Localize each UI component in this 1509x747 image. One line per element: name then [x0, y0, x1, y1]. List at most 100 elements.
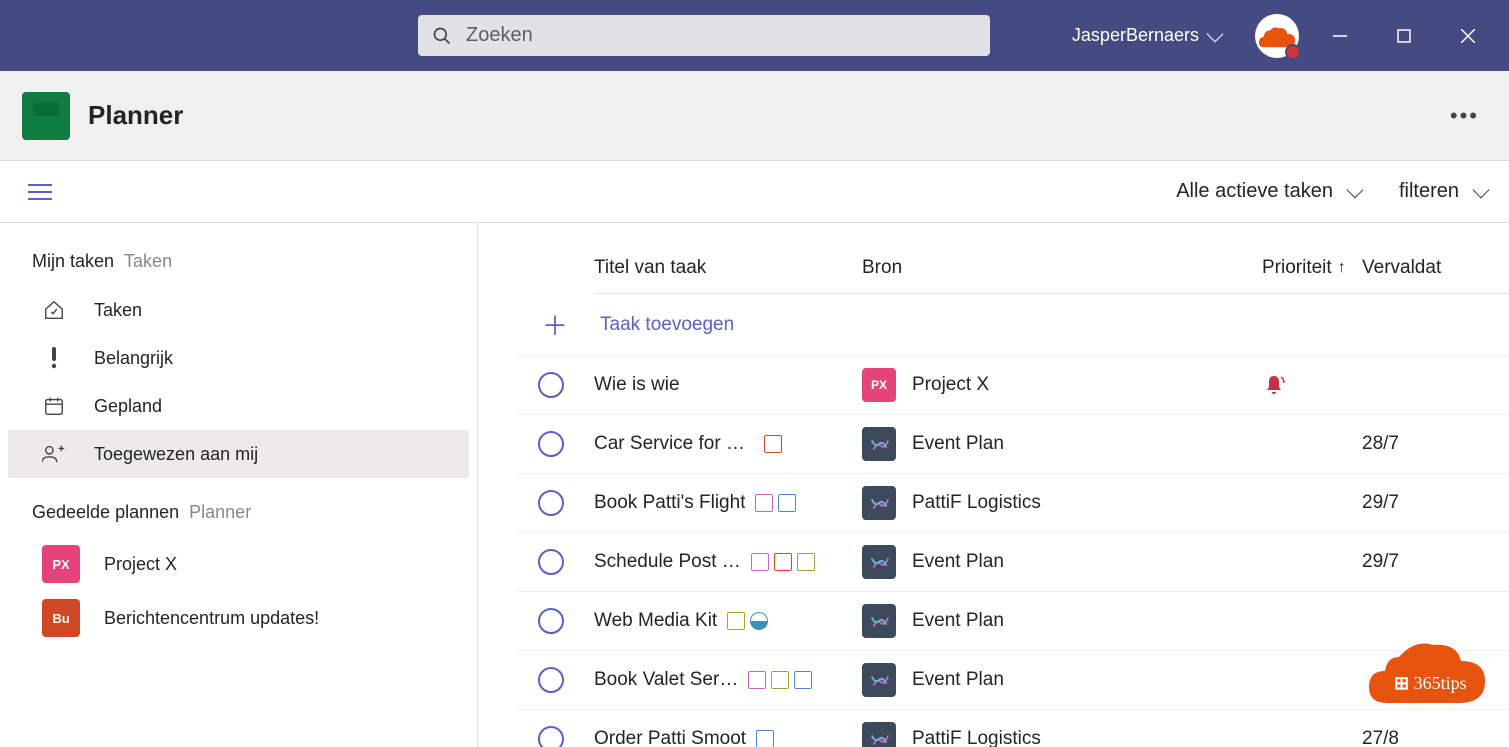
task-row[interactable]: Book Patti's Flight PattiF Logistics 29/… — [518, 474, 1509, 533]
sidebar-item-planned[interactable]: Gepland — [8, 382, 469, 430]
task-tags — [727, 612, 768, 630]
plus-icon: ＋ — [540, 306, 570, 343]
category-tag — [756, 730, 774, 747]
category-tag — [774, 553, 792, 571]
col-title[interactable]: Titel van taak — [594, 257, 862, 279]
task-tags — [756, 730, 774, 747]
task-row[interactable]: Wie is wie PXProject X — [518, 356, 1509, 415]
title-bar: JasperBernaers — [0, 0, 1509, 71]
source-icon — [862, 427, 896, 461]
task-title-text: Car Service for Patt… — [594, 433, 754, 455]
task-title-text: Wie is wie — [594, 374, 680, 396]
source-name: Event Plan — [912, 551, 1004, 573]
toolbar-right: Alle actieve taken filteren — [1176, 180, 1487, 203]
add-task-label: Taak toevoegen — [600, 314, 734, 336]
category-tag — [751, 553, 769, 571]
chevron-down-icon — [1207, 25, 1224, 42]
sidebar-item-assigned[interactable]: Toegewezen aan mij — [8, 430, 469, 478]
task-source: PattiF Logistics — [862, 486, 1262, 520]
filter-label: filteren — [1399, 180, 1459, 203]
category-tag — [797, 553, 815, 571]
avatar[interactable] — [1255, 14, 1299, 58]
minimize-button[interactable] — [1317, 13, 1363, 59]
home-icon — [42, 298, 66, 322]
task-source: PattiF Logistics — [862, 722, 1262, 747]
important-icon — [42, 346, 66, 370]
source-icon — [862, 604, 896, 638]
sidebar-item-important[interactable]: Belangrijk — [8, 334, 469, 382]
task-title-text: Order Patti Smoot — [594, 728, 746, 747]
task-title: Web Media Kit — [594, 610, 862, 632]
task-due: 27/8 — [1362, 728, 1399, 747]
urgent-icon — [1262, 373, 1286, 397]
heading-title: Gedeelde plannen — [32, 502, 179, 523]
task-tags — [748, 671, 812, 689]
task-checkbox[interactable] — [538, 726, 564, 747]
assigned-icon — [42, 442, 66, 466]
task-checkbox[interactable] — [538, 372, 564, 398]
toolbar: Alle actieve taken filteren — [0, 161, 1509, 223]
task-title: Car Service for Patt… — [594, 433, 862, 455]
task-checkbox[interactable] — [538, 608, 564, 634]
task-title: Wie is wie — [594, 374, 862, 396]
source-icon: PX — [862, 368, 896, 402]
category-tag — [794, 671, 812, 689]
search-input[interactable] — [466, 24, 976, 47]
sidebar-heading-mytasks: Mijn taken Taken — [0, 251, 477, 286]
app-header: Planner ••• — [0, 71, 1509, 161]
task-checkbox[interactable] — [538, 549, 564, 575]
hamburger-button[interactable] — [22, 178, 58, 206]
content: Mijn taken Taken Taken Belangrijk Geplan… — [0, 223, 1509, 747]
task-source: Event Plan — [862, 604, 1262, 638]
sidebar-plan-item[interactable]: PXProject X — [0, 537, 477, 591]
source-icon — [862, 722, 896, 747]
maximize-button[interactable] — [1381, 13, 1427, 59]
search-box[interactable] — [418, 15, 990, 56]
task-checkbox[interactable] — [538, 490, 564, 516]
task-checkbox[interactable] — [538, 667, 564, 693]
filter-button[interactable]: filteren — [1399, 180, 1487, 203]
svg-text:⊞ 365tips: ⊞ 365tips — [1394, 673, 1467, 693]
title-right: JasperBernaers — [1072, 13, 1491, 59]
heading-title: Mijn taken — [32, 251, 114, 272]
col-source[interactable]: Bron — [862, 257, 1262, 279]
task-title: Book Patti's Flight — [594, 492, 862, 514]
user-menu[interactable]: JasperBernaers — [1072, 14, 1299, 58]
col-priority-label: Prioriteit — [1262, 257, 1332, 279]
plan-label: Project X — [104, 554, 177, 575]
task-tags — [764, 435, 782, 453]
task-title: Order Patti Smoot — [594, 728, 862, 747]
add-task-row[interactable]: ＋ Taak toevoegen — [518, 294, 1509, 356]
plan-icon: Bu — [42, 599, 80, 637]
sidebar-item-tasks[interactable]: Taken — [8, 286, 469, 334]
source-icon — [862, 663, 896, 697]
chevron-down-icon — [1346, 181, 1363, 198]
category-tag — [771, 671, 789, 689]
source-name: Event Plan — [912, 669, 1004, 691]
task-checkbox[interactable] — [538, 431, 564, 457]
source-icon — [862, 545, 896, 579]
user-name: JasperBernaers — [1072, 25, 1199, 46]
col-due[interactable]: Vervaldat — [1362, 257, 1441, 279]
task-row[interactable]: Schedule Post … Event Plan 29/7 — [518, 533, 1509, 592]
task-priority — [1262, 373, 1362, 397]
sidebar-item-label: Toegewezen aan mij — [94, 444, 258, 465]
more-button[interactable]: ••• — [1442, 95, 1487, 137]
filter-label: Alle actieve taken — [1176, 180, 1333, 203]
calendar-icon — [42, 394, 66, 418]
sidebar-section-shared: Gedeelde plannen Planner PXProject XBuBe… — [0, 502, 477, 645]
close-button[interactable] — [1445, 13, 1491, 59]
sidebar-item-label: Belangrijk — [94, 348, 173, 369]
source-name: PattiF Logistics — [912, 492, 1041, 514]
col-priority[interactable]: Prioriteit ↑ — [1262, 257, 1362, 279]
task-tags — [755, 494, 796, 512]
task-row[interactable]: Car Service for Patt… Event Plan 28/7 — [518, 415, 1509, 474]
active-tasks-filter[interactable]: Alle actieve taken — [1176, 180, 1361, 203]
sidebar-plan-item[interactable]: BuBerichtencentrum updates! — [0, 591, 477, 645]
task-tags — [751, 553, 815, 571]
task-title-text: Schedule Post … — [594, 551, 741, 573]
sidebar-item-label: Taken — [94, 300, 142, 321]
heading-sub: Planner — [189, 502, 251, 523]
source-name: Event Plan — [912, 610, 1004, 632]
chevron-down-icon — [1473, 181, 1490, 198]
